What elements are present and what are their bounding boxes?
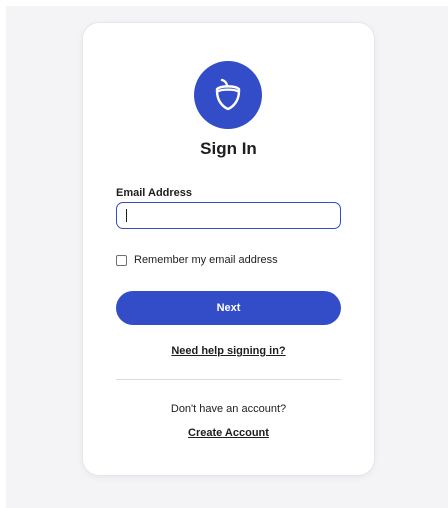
email-field[interactable] (116, 202, 341, 229)
remember-checkbox[interactable] (116, 254, 127, 266)
no-account-text: Don't have an account? (170, 403, 287, 415)
remember-label[interactable]: Remember my email address (134, 254, 278, 266)
divider (116, 379, 341, 380)
remember-row[interactable]: Remember my email address (116, 254, 278, 266)
signin-card: Sign In Email Address Remember my email … (83, 23, 374, 475)
acorn-icon (215, 78, 241, 111)
help-signin-link[interactable]: Need help signing in? (83, 345, 374, 357)
create-account-link[interactable]: Create Account (83, 427, 374, 439)
next-button[interactable]: Next (116, 291, 341, 325)
logo (194, 61, 262, 129)
email-label: Email Address (116, 187, 193, 199)
text-caret (126, 209, 127, 222)
page-title: Sign In (200, 139, 257, 158)
